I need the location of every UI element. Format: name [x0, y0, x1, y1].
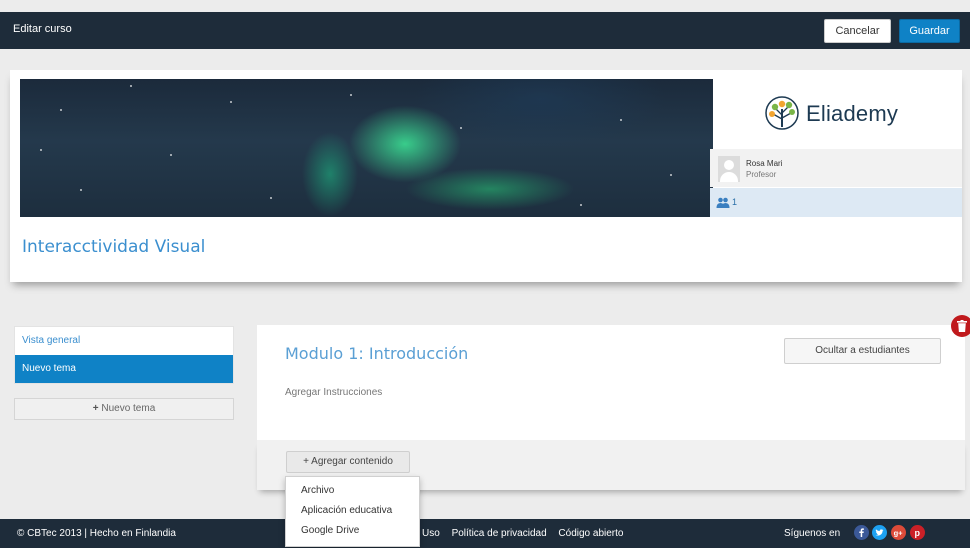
module-card: Modulo 1: Introducción Agregar Instrucci… — [257, 325, 965, 440]
top-bar: Editar curso Cancelar Guardar — [0, 12, 970, 49]
module-title[interactable]: Modulo 1: Introducción — [285, 344, 468, 363]
users-icon — [716, 197, 730, 208]
course-title[interactable]: Interacctividad Visual — [22, 237, 205, 257]
hide-from-students-button[interactable]: Ocultar a estudiantes — [784, 338, 941, 364]
plus-icon: + — [303, 456, 309, 467]
topic-list: Vista general Nuevo tema — [14, 326, 234, 384]
google-plus-icon[interactable]: g+ — [891, 525, 906, 540]
cancel-button[interactable]: Cancelar — [824, 19, 891, 43]
avatar — [718, 156, 740, 182]
page-title: Editar curso — [13, 23, 72, 35]
sidebar-item-new-topic[interactable]: Nuevo tema — [15, 355, 233, 383]
follow-us-label: Síguenos en — [784, 528, 841, 539]
logo-text: Eliademy — [806, 101, 899, 126]
add-topic-label: Nuevo tema — [101, 403, 156, 414]
tree-logo-icon — [765, 96, 799, 130]
add-content-label: Agregar contenido — [311, 456, 393, 467]
twitter-icon[interactable] — [872, 525, 887, 540]
footer-link-privacy[interactable]: Política de privacidad — [452, 528, 547, 539]
add-content-menu: Archivo Aplicación educativa Google Driv… — [285, 476, 420, 547]
teacher-info[interactable]: Rosa Mari Profesor — [710, 149, 962, 187]
course-cover-image[interactable] — [20, 79, 713, 217]
course-side-panel: Eliademy Rosa Mari Profesor 1 — [710, 79, 962, 217]
plus-icon: + — [92, 403, 99, 414]
trash-icon — [957, 320, 967, 332]
members-row[interactable]: 1 — [710, 188, 962, 217]
menu-item-educational-app[interactable]: Aplicación educativa — [286, 501, 419, 521]
teacher-role: Profesor — [746, 170, 777, 179]
delete-module-button[interactable] — [951, 315, 970, 337]
add-instructions-field[interactable]: Agregar Instrucciones — [285, 387, 382, 398]
svg-text:g+: g+ — [894, 529, 904, 538]
course-header-card: Eliademy Rosa Mari Profesor 1 Interaccti… — [10, 70, 962, 282]
footer: © CBTec 2013 | Hecho en Finlandia Uso Po… — [0, 519, 970, 548]
pinterest-icon[interactable]: p — [910, 525, 925, 540]
topic-sidebar: Vista general Nuevo tema + Nuevo tema — [14, 326, 234, 420]
eliademy-logo: Eliademy — [764, 93, 914, 133]
svg-text:p: p — [915, 528, 921, 538]
sidebar-item-overview[interactable]: Vista general — [15, 327, 233, 355]
footer-link-terms[interactable]: Uso — [422, 528, 440, 539]
add-topic-button[interactable]: + Nuevo tema — [14, 398, 234, 420]
members-count: 1 — [732, 197, 738, 207]
footer-links: Uso Política de privacidad Código abiert… — [422, 528, 632, 539]
menu-item-file[interactable]: Archivo — [286, 481, 419, 501]
teacher-name: Rosa Mari — [746, 159, 783, 168]
footer-copyright: © CBTec 2013 | Hecho en Finlandia — [17, 528, 176, 539]
save-button[interactable]: Guardar — [899, 19, 960, 43]
add-content-button[interactable]: + Agregar contenido — [286, 451, 410, 473]
menu-item-google-drive[interactable]: Google Drive — [286, 521, 419, 541]
footer-link-open-source[interactable]: Código abierto — [558, 528, 623, 539]
facebook-icon[interactable] — [854, 525, 869, 540]
